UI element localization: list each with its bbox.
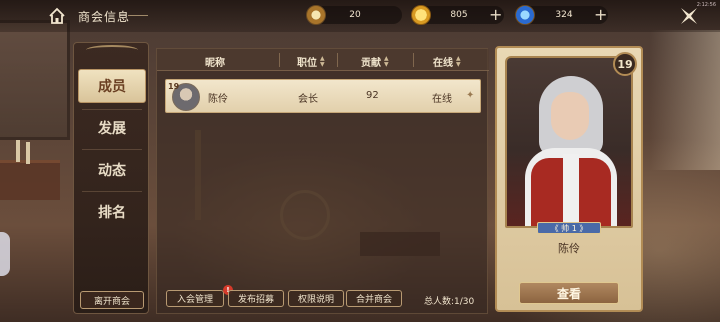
membership-management-button[interactable]: 入会管理 ! bbox=[166, 285, 233, 307]
add-gem-button[interactable]: + bbox=[594, 5, 607, 25]
home-icon bbox=[49, 7, 65, 24]
candle-icon bbox=[26, 142, 30, 164]
sort-icon: ▲ ▼ bbox=[456, 54, 461, 68]
member-level: 19 bbox=[168, 82, 180, 91]
table-row[interactable]: 19 陈伶 会长 92 在线 ✦ bbox=[165, 79, 481, 113]
column-name-label: 昵称 bbox=[205, 58, 225, 69]
portrait-face bbox=[551, 92, 589, 140]
resource-crest-value: 20 bbox=[349, 10, 361, 20]
top-bar: 商会信息 20 805 + 324 + 2:12:56 bbox=[0, 0, 720, 32]
column-contribution-label: 贡献 bbox=[361, 58, 381, 69]
nav-divider bbox=[82, 109, 142, 110]
column-header-position[interactable]: 职位 ▲ ▼ bbox=[297, 54, 325, 69]
tab-members[interactable]: 成员 bbox=[78, 69, 146, 103]
column-divider bbox=[279, 53, 280, 67]
view-button[interactable]: 查看 bbox=[519, 282, 619, 304]
table-header: 昵称 职位 ▲ ▼ 贡献 ▲ ▼ 在线 ▲ ▼ bbox=[157, 49, 489, 71]
close-icon bbox=[681, 8, 697, 24]
page-title: 商会信息 bbox=[78, 10, 131, 24]
member-card: 19 《 帅 1 》 陈伶 查看 bbox=[495, 46, 643, 312]
close-button[interactable] bbox=[678, 5, 700, 27]
column-online-label: 在线 bbox=[433, 58, 453, 69]
column-header-contribution[interactable]: 贡献 ▲ ▼ bbox=[361, 54, 389, 69]
card-member-name: 陈伶 bbox=[558, 242, 580, 255]
sort-icon: ▲ ▼ bbox=[320, 54, 325, 68]
column-divider bbox=[337, 53, 338, 67]
membership-management-label: 入会管理 bbox=[176, 295, 213, 305]
column-header-name[interactable]: 昵称 bbox=[205, 54, 225, 69]
member-position: 会长 bbox=[298, 94, 318, 105]
member-online-status: 在线 bbox=[432, 94, 452, 105]
background-window bbox=[650, 30, 720, 170]
side-edge-tab[interactable] bbox=[0, 232, 10, 276]
resource-gem-value: 324 bbox=[555, 10, 573, 20]
column-position-label: 职位 bbox=[297, 58, 317, 69]
tab-ranking[interactable]: 排名 bbox=[78, 195, 146, 229]
column-divider bbox=[413, 53, 414, 67]
member-contribution: 92 bbox=[366, 90, 379, 101]
card-level-badge: 19 bbox=[613, 52, 637, 76]
nav-divider bbox=[82, 149, 142, 150]
background-arch bbox=[0, 20, 70, 140]
sort-icon: ▲ ▼ bbox=[384, 54, 389, 68]
tab-development[interactable]: 发展 bbox=[78, 111, 146, 145]
nav-divider bbox=[82, 191, 142, 192]
column-header-online[interactable]: 在线 ▲ ▼ bbox=[433, 54, 461, 69]
action-bar: 入会管理 ! 发布招募 权限说明 合并商会 总人数:1/30 bbox=[160, 285, 490, 310]
sidebar-nav: 成员 发展 动态 排名 离开商会 bbox=[73, 42, 149, 314]
add-gold-button[interactable]: + bbox=[489, 5, 502, 25]
crest-token-icon bbox=[306, 5, 326, 25]
blue-gem-icon bbox=[515, 5, 535, 25]
leave-guild-button[interactable]: 离开商会 bbox=[80, 291, 144, 309]
background-table bbox=[0, 160, 60, 200]
portrait-shirt-front bbox=[563, 154, 579, 226]
role-tag: 《 帅 1 》 bbox=[537, 222, 601, 234]
permissions-info-button[interactable]: 权限说明 bbox=[288, 290, 344, 307]
row-expand-icon: ✦ bbox=[466, 90, 475, 101]
member-count: 总人数:1/30 bbox=[424, 297, 475, 307]
candle-icon bbox=[16, 140, 20, 162]
member-name: 陈伶 bbox=[208, 94, 228, 105]
title-divider bbox=[128, 15, 148, 16]
post-recruitment-button[interactable]: 发布招募 bbox=[228, 290, 284, 307]
home-button[interactable] bbox=[46, 6, 68, 26]
member-list-panel: 昵称 职位 ▲ ▼ 贡献 ▲ ▼ 在线 ▲ ▼ 19 陈伶 会长 92 在线 ✦ bbox=[156, 48, 489, 314]
merge-guild-button[interactable]: 合并商会 bbox=[346, 290, 402, 307]
tab-activity[interactable]: 动态 bbox=[78, 153, 146, 187]
gold-coin-icon bbox=[411, 5, 431, 25]
nav-ornament bbox=[86, 45, 138, 55]
portrait-frame bbox=[505, 56, 633, 228]
resource-gold-value: 805 bbox=[450, 10, 468, 20]
system-clock: 2:12:56 bbox=[696, 2, 716, 8]
